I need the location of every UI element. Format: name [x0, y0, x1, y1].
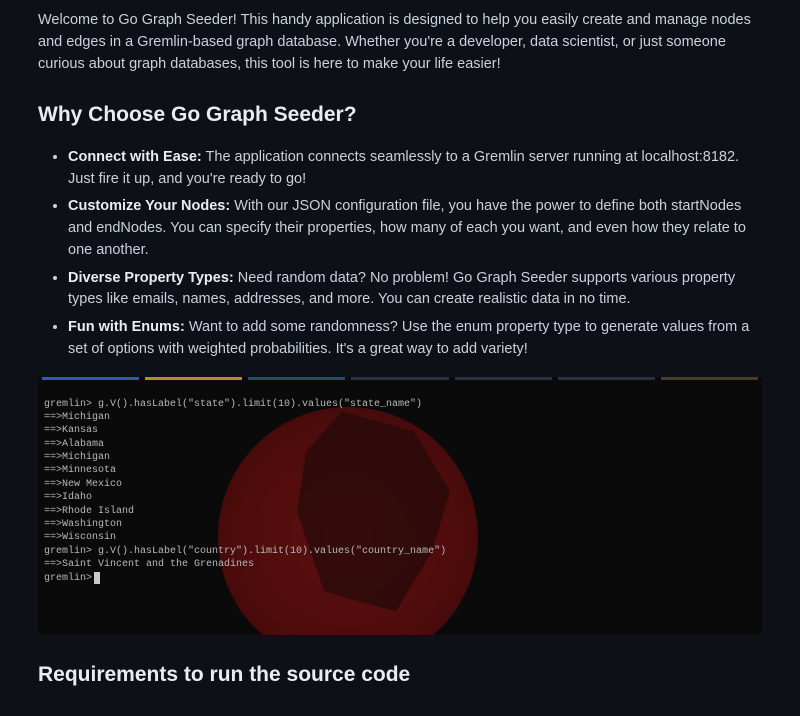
requirements-heading: Requirements to run the source code — [38, 659, 762, 691]
list-item: Fun with Enums: Want to add some randomn… — [68, 317, 762, 361]
feature-title: Fun with Enums: — [68, 319, 185, 335]
why-heading: Why Choose Go Graph Seeder? — [38, 99, 762, 131]
intro-paragraph: Welcome to Go Graph Seeder! This handy a… — [38, 10, 762, 75]
terminal-background: gremlin> g.V().hasLabel("state").limit(1… — [38, 382, 762, 635]
cursor-icon — [94, 572, 100, 584]
feature-title: Customize Your Nodes: — [68, 198, 230, 214]
feature-title: Connect with Ease: — [68, 149, 202, 165]
terminal-topbar — [38, 377, 762, 381]
list-item: Connect with Ease: The application conne… — [68, 147, 762, 191]
document-content: Welcome to Go Graph Seeder! This handy a… — [18, 0, 782, 716]
terminal-screenshot: gremlin> g.V().hasLabel("state").limit(1… — [38, 377, 762, 635]
list-item: Customize Your Nodes: With our JSON conf… — [68, 196, 762, 261]
feature-title: Diverse Property Types: — [68, 270, 234, 286]
terminal-output: gremlin> g.V().hasLabel("state").limit(1… — [44, 398, 756, 585]
list-item: Diverse Property Types: Need random data… — [68, 268, 762, 312]
feature-list: Connect with Ease: The application conne… — [38, 147, 762, 361]
